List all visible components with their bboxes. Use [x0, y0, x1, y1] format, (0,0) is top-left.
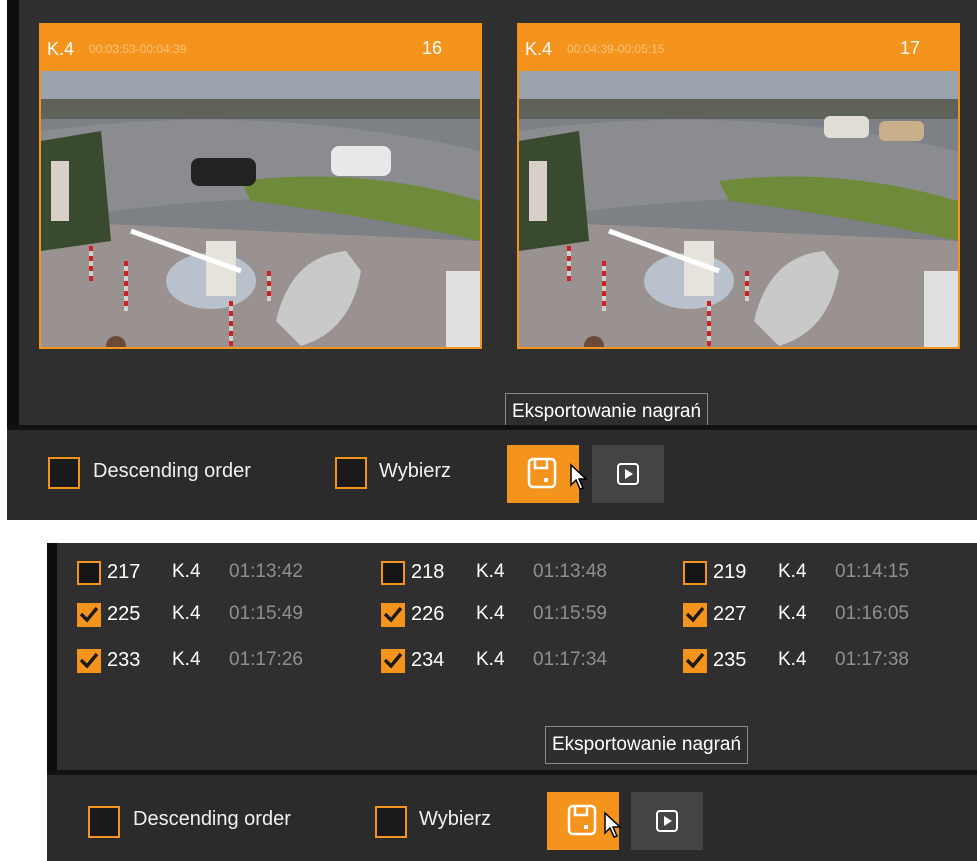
thumbnail-camera: K.4 — [525, 39, 553, 59]
thumbnail-number: 17 — [899, 38, 920, 58]
descending-order-checkbox[interactable] — [88, 806, 120, 838]
item-time: 01:16:05 — [835, 603, 909, 624]
item-checkbox[interactable] — [381, 561, 405, 585]
item-checkbox[interactable] — [683, 649, 707, 673]
recording-thumbnail[interactable]: K.4 00:04:39-00:05:15 17 — [517, 23, 960, 349]
play-button[interactable] — [631, 792, 703, 850]
descending-order-checkbox[interactable] — [48, 457, 80, 489]
list-item[interactable]: 225 K.4 01:15:49 — [77, 599, 357, 629]
thumbnail-grid: K.4 00:03:53-00:04:39 16 K.4 00:04:39-00… — [19, 0, 977, 431]
descending-order-label: Descending order — [133, 808, 291, 830]
item-checkbox[interactable] — [683, 561, 707, 585]
select-label: Wybierz — [379, 460, 452, 482]
item-id: 217 — [107, 561, 141, 583]
mouse-cursor-icon — [570, 463, 588, 490]
item-checkbox[interactable] — [381, 649, 405, 673]
panel-left-border — [47, 543, 57, 770]
recordings-thumbnail-panel: K.4 00:03:53-00:04:39 16 K.4 00:04:39-00… — [7, 0, 977, 520]
checkmark-icon — [685, 606, 705, 623]
item-camera: K.4 — [778, 603, 807, 624]
item-time: 01:17:26 — [229, 649, 303, 670]
item-time: 01:17:38 — [835, 649, 909, 670]
item-camera: K.4 — [476, 603, 505, 624]
mouse-cursor-icon — [604, 811, 622, 838]
thumbnail-time-range: 00:03:53-00:04:39 — [89, 42, 187, 56]
item-time: 01:15:59 — [533, 603, 607, 624]
list-item[interactable]: 219 K.4 01:14:15 — [683, 557, 963, 587]
recording-thumbnail[interactable]: K.4 00:03:53-00:04:39 16 — [39, 23, 482, 349]
item-checkbox[interactable] — [77, 561, 101, 585]
item-checkbox[interactable] — [77, 603, 101, 627]
item-time: 01:14:15 — [835, 561, 909, 582]
item-id: 226 — [411, 603, 445, 625]
item-id: 233 — [107, 649, 141, 671]
thumbnail-camera: K.4 — [47, 39, 75, 59]
list-item[interactable]: 227 K.4 01:16:05 — [683, 599, 963, 629]
bottom-toolbar: Descending order Wybierz — [47, 775, 977, 861]
item-camera: K.4 — [778, 649, 807, 670]
thumbnail-checkbox[interactable] — [929, 39, 949, 101]
item-id: 234 — [411, 649, 445, 671]
list-item[interactable]: 234 K.4 01:17:34 — [381, 645, 661, 675]
checkmark-icon — [685, 652, 705, 669]
item-time: 01:15:49 — [229, 603, 303, 624]
panel-left-border — [7, 0, 19, 425]
item-camera: K.4 — [172, 561, 201, 582]
thumbnail-checkbox[interactable] — [451, 39, 471, 101]
item-checkbox[interactable] — [77, 649, 101, 673]
recordings-list: 217 K.4 01:13:42 218 K.4 01:13:48 219 K.… — [57, 543, 977, 770]
list-item[interactable]: 233 K.4 01:17:26 — [77, 645, 357, 675]
select-checkbox[interactable] — [335, 457, 367, 489]
checkmark-icon — [383, 652, 403, 669]
play-icon — [617, 463, 639, 485]
export-tooltip: Eksportowanie nagrań — [545, 726, 749, 764]
recordings-list-panel: 217 K.4 01:13:42 218 K.4 01:13:48 219 K.… — [47, 543, 977, 861]
list-item[interactable]: 235 K.4 01:17:38 — [683, 645, 963, 675]
item-id: 225 — [107, 603, 141, 625]
item-id: 219 — [713, 561, 747, 583]
item-id: 218 — [411, 561, 445, 583]
select-checkbox[interactable] — [375, 806, 407, 838]
item-checkbox[interactable] — [381, 603, 405, 627]
thumbnail-time-range: 00:04:39-00:05:15 — [567, 42, 665, 56]
play-button[interactable] — [592, 445, 664, 503]
list-item[interactable]: 217 K.4 01:13:42 — [77, 557, 357, 587]
descending-order-label: Descending order — [93, 460, 251, 482]
item-id: 235 — [713, 649, 747, 671]
bottom-toolbar: Descending order Wybierz — [7, 430, 977, 520]
camera-frame-image — [41, 71, 480, 347]
item-time: 01:13:42 — [229, 561, 303, 582]
select-label: Wybierz — [419, 808, 492, 830]
item-camera: K.4 — [476, 649, 505, 670]
list-item[interactable]: 218 K.4 01:13:48 — [381, 557, 661, 587]
camera-frame-image — [519, 71, 958, 347]
item-camera: K.4 — [172, 603, 201, 624]
item-checkbox[interactable] — [683, 603, 707, 627]
checkmark-icon — [383, 606, 403, 623]
item-time: 01:13:48 — [533, 561, 607, 582]
play-icon — [656, 810, 678, 832]
checkmark-icon — [79, 606, 99, 623]
checkmark-icon — [79, 652, 99, 669]
item-camera: K.4 — [778, 561, 807, 582]
thumbnail-number: 16 — [421, 38, 442, 58]
item-time: 01:17:34 — [533, 649, 607, 670]
list-item[interactable]: 226 K.4 01:15:59 — [381, 599, 661, 629]
item-id: 227 — [713, 603, 747, 625]
item-camera: K.4 — [172, 649, 201, 670]
item-camera: K.4 — [476, 561, 505, 582]
